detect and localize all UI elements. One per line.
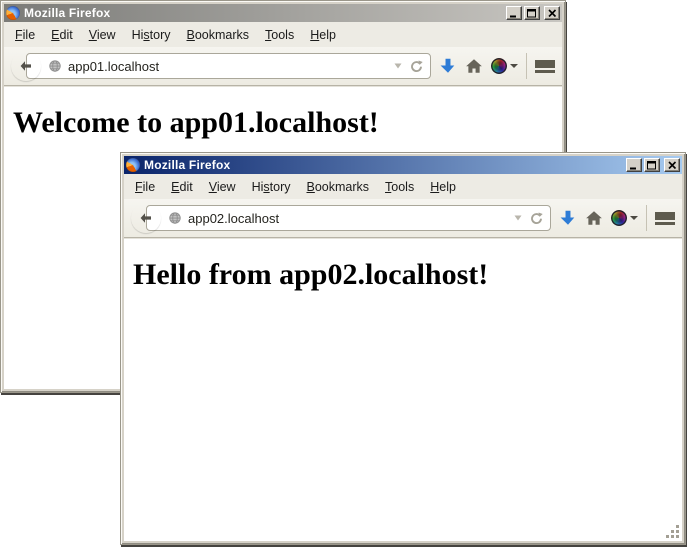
- back-button[interactable]: [131, 203, 161, 233]
- menu-item-view[interactable]: View: [201, 176, 244, 198]
- firefox-logo-icon: [126, 158, 140, 172]
- window-title: Mozilla Firefox: [24, 6, 506, 20]
- hamburger-menu-icon: [655, 212, 675, 225]
- addon-colorwheel-icon: [491, 58, 507, 74]
- url-text: app01.localhost: [68, 59, 392, 74]
- caret-down-icon: [510, 64, 518, 68]
- home-button[interactable]: [465, 57, 483, 75]
- resize-grip[interactable]: [664, 523, 679, 538]
- globe-icon: [48, 59, 62, 73]
- url-bar[interactable]: app01.localhost: [26, 53, 431, 79]
- addon-button[interactable]: [491, 58, 507, 74]
- reload-icon: [529, 211, 544, 226]
- menu-item-help[interactable]: Help: [422, 176, 464, 198]
- menu-item-help[interactable]: Help: [302, 24, 344, 46]
- titlebar[interactable]: Mozilla Firefox: [4, 4, 562, 22]
- home-button[interactable]: [585, 209, 603, 227]
- maximize-button[interactable]: [644, 158, 660, 172]
- page-content-app02: Hello from app02.localhost!: [124, 238, 682, 541]
- close-icon: [668, 161, 677, 170]
- close-button[interactable]: [664, 158, 680, 172]
- back-arrow-icon: [138, 210, 154, 226]
- addon-dropdown-button[interactable]: [510, 64, 518, 68]
- download-arrow-icon: [439, 57, 457, 75]
- caret-down-icon: [630, 216, 638, 220]
- hamburger-menu-icon: [535, 60, 555, 73]
- addon-colorwheel-icon: [611, 210, 627, 226]
- menu-item-bookmarks[interactable]: Bookmarks: [179, 24, 258, 46]
- close-icon: [548, 9, 557, 18]
- menu-item-history[interactable]: History: [244, 176, 299, 198]
- menu-item-tools[interactable]: Tools: [377, 176, 422, 198]
- menu-item-history[interactable]: History: [124, 24, 179, 46]
- titlebar[interactable]: Mozilla Firefox: [124, 156, 682, 174]
- maximize-button[interactable]: [524, 6, 540, 20]
- url-text: app02.localhost: [188, 211, 512, 226]
- menu-item-edit[interactable]: Edit: [163, 176, 201, 198]
- menu-bar: FileEditViewHistoryBookmarksToolsHelp: [124, 174, 682, 199]
- download-button[interactable]: [439, 57, 457, 75]
- back-button[interactable]: [11, 51, 41, 81]
- reload-icon: [409, 59, 424, 74]
- toolbar-separator: [646, 205, 647, 231]
- window-title: Mozilla Firefox: [144, 158, 626, 172]
- addon-button[interactable]: [611, 210, 627, 226]
- menu-item-tools[interactable]: Tools: [257, 24, 302, 46]
- minimize-button[interactable]: [626, 158, 642, 172]
- home-icon: [465, 57, 483, 75]
- urlbar-dropdown-button[interactable]: [392, 61, 404, 71]
- close-button[interactable]: [544, 6, 560, 20]
- maximize-icon: [647, 161, 657, 170]
- menu-item-file[interactable]: File: [7, 24, 43, 46]
- url-bar[interactable]: app02.localhost: [146, 205, 551, 231]
- urlbar-dropdown-button[interactable]: [512, 213, 524, 223]
- reload-button[interactable]: [529, 211, 544, 226]
- home-icon: [585, 209, 603, 227]
- back-arrow-icon: [18, 58, 34, 74]
- page-heading: Hello from app02.localhost!: [133, 258, 682, 292]
- menu-item-edit[interactable]: Edit: [43, 24, 81, 46]
- toolbar-separator: [526, 53, 527, 79]
- minimize-icon: [509, 9, 519, 18]
- browser-window-app02: Mozilla Firefox FileEditViewHistoryBookm…: [120, 152, 686, 545]
- menu-item-file[interactable]: File: [127, 176, 163, 198]
- app-menu-button[interactable]: [535, 60, 555, 73]
- menu-item-bookmarks[interactable]: Bookmarks: [299, 176, 378, 198]
- minimize-icon: [629, 161, 639, 170]
- menu-bar: FileEditViewHistoryBookmarksToolsHelp: [4, 22, 562, 47]
- addon-dropdown-button[interactable]: [630, 216, 638, 220]
- download-button[interactable]: [559, 209, 577, 227]
- menu-item-view[interactable]: View: [81, 24, 124, 46]
- download-arrow-icon: [559, 209, 577, 227]
- globe-icon: [168, 211, 182, 225]
- app-menu-button[interactable]: [655, 212, 675, 225]
- minimize-button[interactable]: [506, 6, 522, 20]
- navigation-toolbar: app01.localhost: [4, 47, 562, 86]
- maximize-icon: [527, 9, 537, 18]
- urlbar-dropdown-icon: [512, 213, 524, 223]
- navigation-toolbar: app02.localhost: [124, 199, 682, 238]
- reload-button[interactable]: [409, 59, 424, 74]
- page-heading: Welcome to app01.localhost!: [13, 106, 562, 140]
- urlbar-dropdown-icon: [392, 61, 404, 71]
- firefox-logo-icon: [6, 6, 20, 20]
